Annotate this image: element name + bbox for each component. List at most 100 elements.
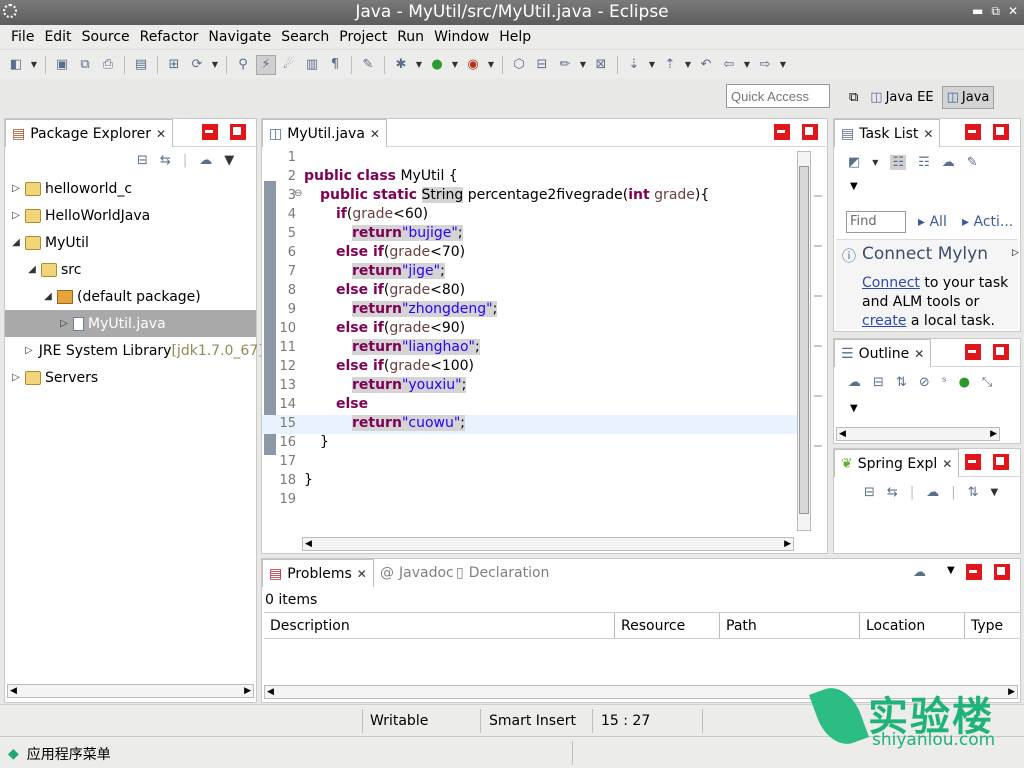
toggle-highlight-icon[interactable]: ☄ [279,55,299,75]
application-menu-button[interactable]: ◆ 应用程序菜单 [8,744,111,764]
new-icon[interactable]: ◧ [6,55,26,75]
annotation-marker[interactable] [814,295,822,297]
minimize-view-button[interactable] [965,124,981,140]
maximize-view-button[interactable] [802,124,818,140]
close-button[interactable]: ✕ [1008,4,1018,19]
filter-icon[interactable]: ☁ [848,375,861,390]
filter-icon[interactable]: ☁ [913,565,926,580]
external-tools-dropdown-icon[interactable]: ▼ [486,55,496,75]
tree-item[interactable]: ▷ HelloWorldJava [5,202,256,229]
collapse-icon[interactable]: ◢ [25,264,39,275]
scheduled-icon[interactable]: ☶ [918,155,930,170]
scrollbar-thumb[interactable] [799,166,809,514]
open-perspective-button[interactable]: ⧉ [845,87,862,108]
task-view-menu-icon[interactable]: ▼ [850,181,858,192]
link-with-editor-icon[interactable]: ⇆ [887,485,898,500]
tab-package-explorer[interactable]: ▤ Package Explorer ✕ [5,119,174,147]
new-class-icon[interactable]: ⟳ [187,55,207,75]
menu-project[interactable]: Project [334,29,392,45]
scroll-right-icon[interactable]: ▶ [784,539,791,549]
menu-window[interactable]: Window [429,29,494,45]
scroll-left-icon[interactable]: ◀ [305,539,312,549]
menu-source[interactable]: Source [77,29,135,45]
scroll-left-icon[interactable]: ◀ [10,686,17,696]
problems-view-menu-icon[interactable]: ▼ [947,565,955,576]
column-description[interactable]: Description [264,613,615,638]
horizontal-scrollbar[interactable]: ◀ ▶ [7,684,254,698]
sync-icon[interactable]: ☁ [942,155,955,170]
column-path[interactable]: Path [720,613,860,638]
close-tab-icon[interactable]: ✕ [357,567,367,581]
mylyn-close-icon[interactable]: ▷ [1012,248,1019,258]
tab-outline[interactable]: ☰ Outline ✕ [834,339,932,367]
external-tools-icon[interactable]: ◉ [463,55,483,75]
menu-navigate[interactable]: Navigate [203,29,276,45]
scroll-right-icon[interactable]: ▶ [990,429,997,439]
collapse-all-icon[interactable]: ⊟ [873,375,884,390]
tree-item[interactable]: ◢ (default package) [5,283,256,310]
connect-link[interactable]: Connect [862,275,920,291]
minimize-view-button[interactable] [966,564,982,580]
maximize-view-button[interactable] [993,454,1009,470]
annotation-marker[interactable] [814,195,822,197]
forward-icon[interactable]: ⇨ [755,55,775,75]
collapse-icon[interactable]: ◢ [9,237,23,248]
open-task-icon[interactable]: ⊠ [591,55,611,75]
focus-icon[interactable]: ✎ [967,155,978,170]
save-all-icon[interactable]: ⧉ [75,55,95,75]
categorized-icon[interactable]: ☷ [890,155,907,170]
menu-refactor[interactable]: Refactor [135,29,204,45]
perspective-java[interactable]: ◫ Java [941,85,995,109]
task-find-input[interactable]: Find [846,211,906,233]
debug-dropdown-icon[interactable]: ▼ [414,55,424,75]
run-dropdown-icon[interactable]: ▼ [450,55,460,75]
tab-problems[interactable]: ▤ Problems ✕ [262,559,374,587]
scroll-right-icon[interactable]: ▶ [244,686,251,696]
spring-view-menu-icon[interactable]: ▼ [991,487,999,498]
forward-dropdown-icon[interactable]: ▼ [778,55,788,75]
hide-fields-icon[interactable]: ⊘ [919,375,930,390]
collapse-icon[interactable]: ◢ [41,291,55,302]
filter-icon[interactable]: ☁ [199,153,212,168]
scroll-left-icon[interactable]: ◀ [267,687,274,697]
open-type-icon[interactable]: ⚲ [233,55,253,75]
column-location[interactable]: Location [860,613,965,638]
tree-item[interactable]: ▷ Servers [5,364,256,391]
hide-static-icon[interactable]: ˢ [942,375,947,390]
minimize-view-button[interactable] [202,124,218,140]
maximize-view-button[interactable] [230,124,246,140]
collapse-all-icon[interactable]: ⊟ [137,153,148,168]
outline-view-menu-icon[interactable]: ▼ [850,403,858,414]
tab-javadoc[interactable]: @ Javadoc [374,559,460,587]
perspective-java-ee[interactable]: ◫ Java EE [866,87,937,108]
tab-declaration[interactable]: ▯ Declaration [450,559,555,587]
next-annotation-icon[interactable]: ⇣ [624,55,644,75]
pencil-icon[interactable]: ✏ [555,55,575,75]
close-tab-icon[interactable]: ✕ [914,347,924,361]
next-annotation-dropdown-icon[interactable]: ▼ [647,55,657,75]
tab-spring-explorer[interactable]: ❦ Spring Expl ✕ [834,449,960,477]
new-package-icon[interactable]: ⊞ [164,55,184,75]
tree-item[interactable]: ▷ JRE System Library [jdk1.7.0_67] [5,337,264,364]
show-whitespace-icon[interactable]: ¶ [325,55,345,75]
back-dropdown-icon[interactable]: ▼ [742,55,752,75]
minimize-view-button[interactable] [965,454,981,470]
quick-access-input[interactable] [726,84,830,108]
expand-icon[interactable]: ▷ [9,210,23,221]
link-with-editor-icon[interactable]: ⇆ [160,153,171,168]
filter-icon[interactable]: ☁ [926,485,939,500]
maximize-button[interactable]: ⧉ [991,4,1000,19]
back-icon[interactable]: ⇦ [719,55,739,75]
task-filter-all[interactable]: ▸ All [918,214,947,230]
outline-horizontal-scrollbar[interactable]: ◀ ▶ [836,427,1000,441]
minimize-button[interactable]: ▬ [972,4,983,19]
new-task-dropdown-icon[interactable]: ▼ [872,158,878,167]
last-edit-icon[interactable]: ↶ [696,55,716,75]
pencil-dropdown-icon[interactable]: ▼ [578,55,588,75]
tree-item[interactable]: ◢ MyUtil [5,229,256,256]
tab-myutil-java[interactable]: ◫ MyUtil.java ✕ [262,119,387,147]
maximize-view-button[interactable] [994,564,1010,580]
close-tab-icon[interactable]: ✕ [370,127,380,141]
close-tab-icon[interactable]: ✕ [923,127,933,141]
mark-occurrences-icon[interactable]: ⚡ [256,54,276,75]
